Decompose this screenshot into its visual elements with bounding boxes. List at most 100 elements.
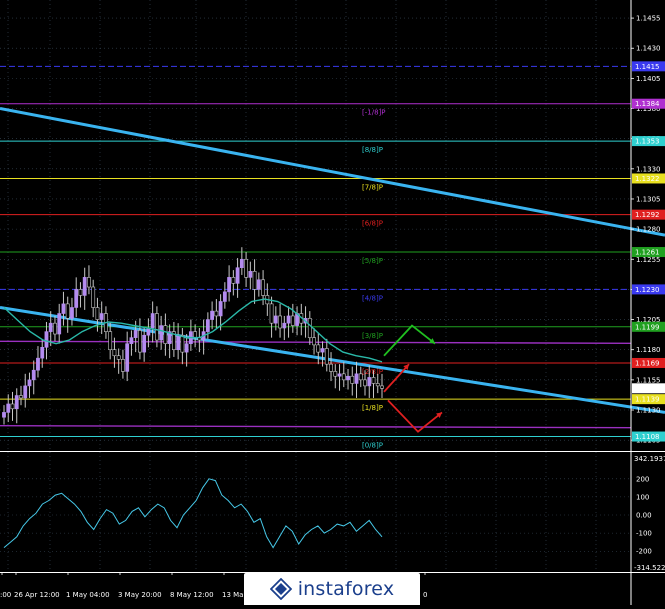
candle-body [40, 346, 45, 359]
murrey-price-label: 1.1261 [635, 249, 660, 257]
candle-body [248, 271, 253, 278]
candle-body [31, 369, 36, 381]
candle-body [205, 319, 210, 332]
y-tick-label: 1.1305 [636, 195, 661, 203]
candle-body [239, 258, 244, 269]
murrey-price-label: 1.1384 [635, 100, 660, 108]
candle-body [10, 403, 15, 410]
candle-body [290, 315, 295, 326]
instaforex-watermark: instaforex [244, 573, 420, 605]
indicator-tick-label: -100 [636, 530, 652, 538]
x-tick-label: 3 May 20:00 [118, 591, 162, 599]
candle-body [154, 313, 159, 341]
murrey-level-label: [4/8]P [362, 294, 383, 302]
candle-body [269, 303, 274, 324]
murrey-level-label: [3/8]P [362, 332, 383, 340]
candle-body [316, 344, 321, 353]
candle-body [6, 403, 11, 413]
instaforex-logo-icon [269, 578, 292, 600]
candle-body [180, 334, 185, 353]
candle-body [358, 373, 363, 381]
candle-body [252, 271, 257, 290]
candle-body [129, 337, 134, 344]
candle-body [2, 412, 6, 418]
murrey-price-label: 1.1353 [635, 138, 660, 146]
candle-body [121, 359, 125, 372]
current-price-label: 1.1148 [635, 385, 660, 393]
candle-body [346, 375, 350, 381]
candle-body [125, 343, 130, 372]
candle-body [116, 355, 121, 360]
candle-body [57, 313, 62, 335]
murrey-price-label: 1.1415 [635, 63, 660, 71]
y-tick-label: 1.1330 [636, 165, 661, 173]
candle-body [48, 322, 53, 332]
candle-body [312, 337, 316, 346]
candle-body [87, 277, 91, 288]
murrey-price-label: 1.1322 [635, 175, 660, 183]
candle-body [210, 310, 215, 320]
candle-body [138, 330, 142, 353]
candle-body [363, 379, 367, 387]
trading-chart: [-1/8]P [8/8]P [7/8]P [6/8]P [5/8]P [4/8]P [3/… [0, 0, 665, 605]
candle-body [307, 318, 312, 338]
candle-body [214, 310, 219, 317]
candle-body [150, 313, 155, 329]
candle-body [367, 377, 372, 387]
candle-body [53, 322, 57, 335]
candle-body [142, 334, 147, 353]
candle-body [78, 289, 83, 296]
murrey-price-label: 1.1199 [635, 323, 660, 331]
indicator-tick-label: 100 [636, 493, 649, 501]
candle-body [371, 377, 376, 384]
x-tick-label: 26 Apr 12:00 [14, 591, 60, 599]
candle-body [184, 343, 189, 353]
candle-body [99, 313, 104, 320]
candle-body [14, 395, 19, 410]
x-tick-label: :00 [0, 591, 11, 599]
candle-body [176, 334, 181, 351]
candle-body [61, 303, 66, 314]
candle-body [108, 331, 113, 351]
y-tick-label: 1.1455 [636, 15, 661, 23]
candle-body [23, 385, 28, 399]
candle-body [133, 330, 138, 338]
candle-body [354, 373, 359, 384]
murrey-price-label: 1.1108 [635, 433, 660, 441]
indicator-tick-label: -200 [636, 548, 652, 556]
y-tick-label: 1.1430 [636, 45, 661, 53]
candle-body [112, 349, 117, 357]
y-tick-label: 1.1130 [636, 407, 661, 415]
y-tick-label: 1.1180 [636, 346, 661, 354]
candle-body [218, 301, 223, 317]
indicator-tick-label: 0.00 [636, 512, 652, 520]
candle-body [74, 289, 79, 308]
candle-body [341, 373, 346, 381]
candle-body [27, 379, 32, 387]
candle-body [380, 385, 384, 389]
chart-canvas: [-1/8]P [8/8]P [7/8]P [6/8]P [5/8]P [4/8]P [3/… [0, 0, 665, 605]
candle-body [273, 315, 278, 324]
candle-body [261, 279, 265, 296]
candle-body [19, 395, 23, 399]
candle-body [286, 315, 291, 324]
candle-body [36, 357, 40, 371]
candle-body [159, 325, 164, 341]
murrey-level-label: [8/8]P [362, 146, 383, 154]
y-tick-label: 1.1280 [636, 226, 661, 234]
candle-body [337, 373, 342, 377]
candle-body [82, 277, 87, 296]
candle-body [375, 383, 380, 387]
candle-body [324, 348, 329, 365]
watermark-text: instaforex [297, 578, 395, 600]
candle-body [70, 307, 74, 319]
candle-body [65, 303, 70, 319]
murrey-level-label: [0/8]P [362, 442, 383, 450]
candle-body [193, 331, 198, 338]
candle-body [333, 371, 338, 377]
x-tick-label: 0 [423, 591, 427, 599]
candle-body [320, 348, 325, 353]
murrey-price-label: 1.1230 [635, 286, 660, 294]
murrey-level-label: [7/8]P [362, 183, 383, 191]
candle-body [91, 286, 96, 308]
